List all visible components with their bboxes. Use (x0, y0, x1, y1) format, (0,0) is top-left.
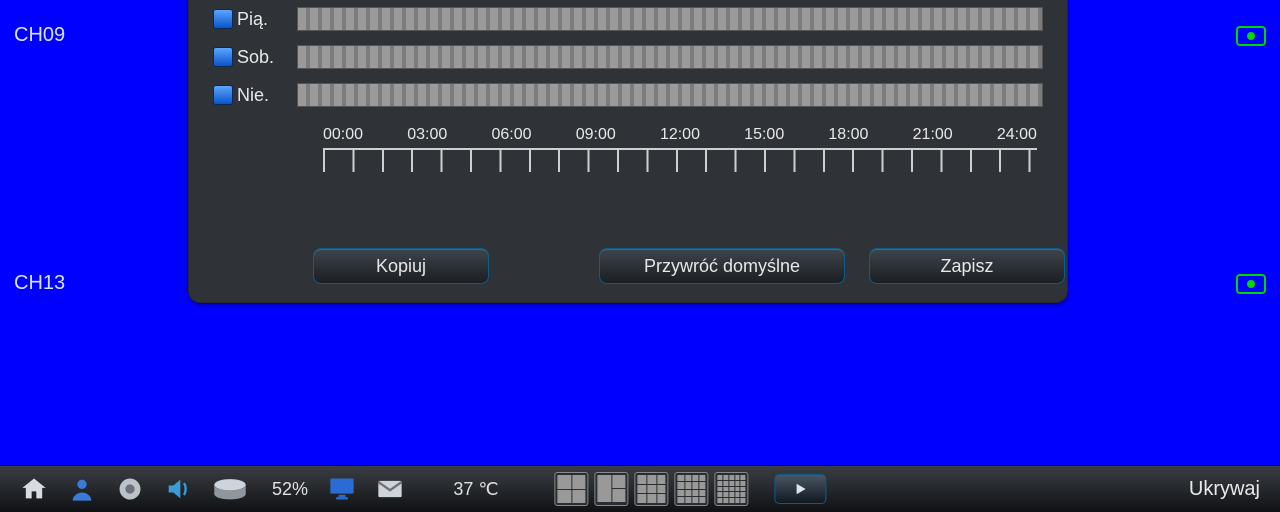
money-status-icon (1236, 26, 1266, 46)
tick-label: 09:00 (576, 126, 616, 144)
tick-label: 21:00 (913, 126, 953, 144)
grid-5x5-button[interactable] (715, 472, 749, 506)
taskbar-left: 52% (20, 475, 404, 503)
taskbar: 52% 37 ℃ Ukrywaj (0, 465, 1280, 512)
grid-2x2-button[interactable] (555, 472, 589, 506)
money-status-icon (1236, 274, 1266, 294)
schedule-bar[interactable] (297, 83, 1043, 107)
day-label: Nie. (237, 85, 297, 106)
schedule-row-sunday: Nie. (213, 76, 1043, 114)
schedule-row-friday: Pią. (213, 0, 1043, 38)
schedule-rows: Pią. Sob. Nie. (213, 0, 1043, 114)
restore-defaults-button[interactable]: Przywróć domyślne (599, 248, 845, 284)
timeline-ruler (323, 148, 1037, 172)
home-icon[interactable] (20, 475, 48, 503)
disk-icon[interactable] (212, 475, 248, 503)
day-checkbox[interactable] (213, 9, 233, 29)
alarm-icon[interactable] (116, 475, 144, 503)
tick-label: 15:00 (744, 126, 784, 144)
user-icon[interactable] (68, 475, 96, 503)
viewport: CH09 CH13 Pią. Sob. Nie. (0, 0, 1280, 512)
schedule-row-saturday: Sob. (213, 38, 1043, 76)
day-label: Pią. (237, 9, 297, 30)
disk-percent: 52% (272, 479, 308, 500)
timeline-ticks: 00:00 03:00 06:00 09:00 12:00 15:00 18:0… (323, 126, 1037, 144)
temperature-readout: 37 ℃ (453, 479, 498, 500)
day-checkbox[interactable] (213, 85, 233, 105)
channel-label-top: CH09 (14, 24, 65, 47)
schedule-bar[interactable] (297, 7, 1043, 31)
tick-label: 00:00 (323, 126, 363, 144)
hide-button[interactable]: Ukrywaj (1189, 478, 1260, 501)
play-button[interactable] (775, 474, 827, 504)
taskbar-center: 37 ℃ (453, 472, 826, 506)
copy-button[interactable]: Kopiuj (313, 248, 489, 284)
timeline-axis: 00:00 03:00 06:00 09:00 12:00 15:00 18:0… (323, 126, 1037, 172)
channel-label-bottom: CH13 (14, 272, 65, 295)
day-label: Sob. (237, 47, 297, 68)
grid-3x3-button[interactable] (635, 472, 669, 506)
tick-label: 06:00 (491, 126, 531, 144)
grid-1-3-button[interactable] (595, 472, 629, 506)
tick-label: 12:00 (660, 126, 700, 144)
monitor-icon[interactable] (328, 475, 356, 503)
schedule-panel: Pią. Sob. Nie. 00:00 03:00 06:00 09:00 1… (188, 0, 1068, 303)
tick-label: 24:00 (997, 126, 1037, 144)
grid-4x4-button[interactable] (675, 472, 709, 506)
tick-label: 03:00 (407, 126, 447, 144)
day-checkbox[interactable] (213, 47, 233, 67)
tick-label: 18:00 (828, 126, 868, 144)
mail-icon[interactable] (376, 475, 404, 503)
schedule-bar[interactable] (297, 45, 1043, 69)
speaker-icon[interactable] (164, 475, 192, 503)
dialog-buttons: Kopiuj Przywróć domyślne Zapisz (189, 248, 1067, 284)
save-button[interactable]: Zapisz (869, 248, 1065, 284)
